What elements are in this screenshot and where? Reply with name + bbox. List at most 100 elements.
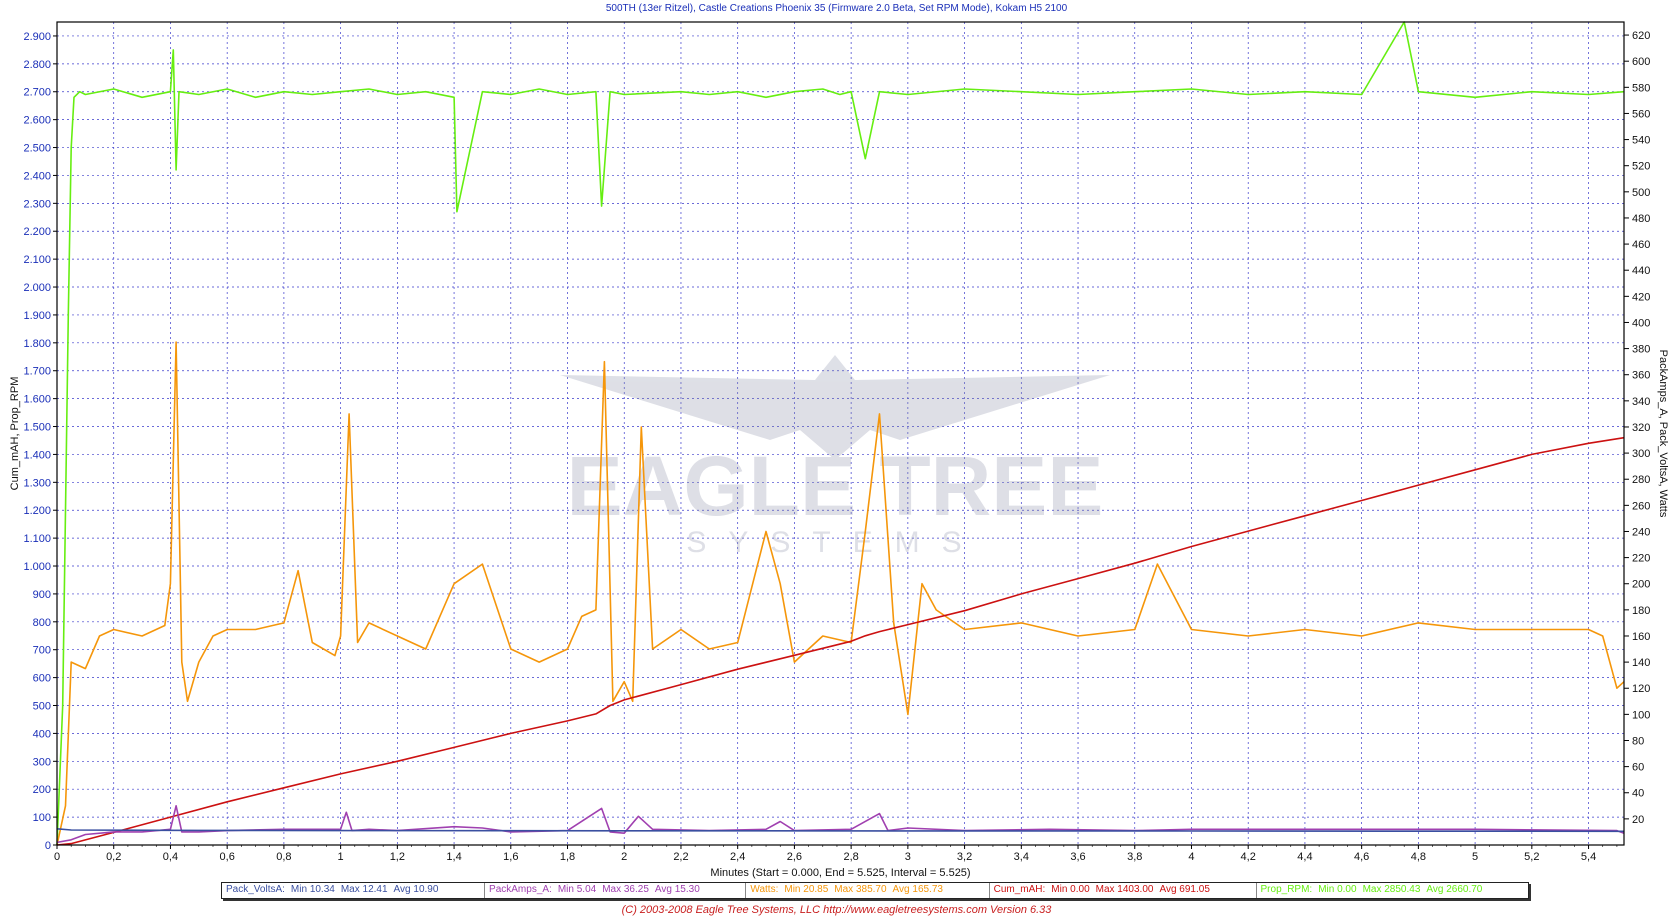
y-right-tick-label: 360 — [1632, 370, 1650, 382]
y-left-tick-label: 2.400 — [23, 170, 51, 182]
y-right-tick-label: 60 — [1632, 762, 1644, 774]
x-tick-label: 2,4 — [730, 851, 745, 863]
x-tick-label: 5 — [1472, 851, 1478, 863]
legend-avg: Avg 691.05 — [1159, 884, 1210, 895]
x-tick-label: 3,4 — [1014, 851, 1029, 863]
legend-avg: Avg 15.30 — [654, 884, 700, 895]
x-tick-label: 4 — [1188, 851, 1194, 863]
x-tick-label: 5,4 — [1581, 851, 1596, 863]
y-right-tick-label: 380 — [1632, 344, 1650, 356]
legend-item: Prop_RPM: Min 0.00 Max 2850.43 Avg 2660.70 — [1257, 883, 1528, 898]
y-left-tick-label: 1.200 — [23, 505, 51, 517]
legend-item: Watts: Min 20.85 Max 385.70 Avg 165.73 — [746, 883, 990, 898]
x-tick-label: 1,2 — [390, 851, 405, 863]
y-right-tick-label: 180 — [1632, 605, 1650, 617]
legend-avg: Avg 165.73 — [892, 884, 943, 895]
legend-avg: Avg 10.90 — [393, 884, 439, 895]
x-tick-label: 4,8 — [1411, 851, 1426, 863]
x-tick-label: 1,4 — [446, 851, 461, 863]
y-left-tick-label: 1.900 — [23, 310, 51, 322]
legend-max: Max 12.41 — [340, 884, 388, 895]
legend-name: Watts: — [750, 884, 779, 895]
x-tick-label: 0,8 — [276, 851, 291, 863]
y-right-tick-label: 480 — [1632, 213, 1650, 225]
y-left-tick-label: 1.400 — [23, 449, 51, 461]
x-tick-label: 2,8 — [843, 851, 858, 863]
y-right-tick-label: 420 — [1632, 291, 1650, 303]
x-tick-label: 3,2 — [957, 851, 972, 863]
y-left-tick-label: 2.300 — [23, 198, 51, 210]
y-left-tick-label: 1.600 — [23, 394, 51, 406]
y-right-tick-label: 580 — [1632, 82, 1650, 94]
legend-min: Min 10.34 — [290, 884, 335, 895]
y-left-tick-label: 1.500 — [23, 422, 51, 434]
y-right-tick-label: 320 — [1632, 422, 1650, 434]
y-right-tick-label: 340 — [1632, 396, 1650, 408]
x-tick-label: 0,4 — [163, 851, 178, 863]
y-left-tick-label: 1.800 — [23, 338, 51, 350]
y-right-tick-label: 560 — [1632, 108, 1650, 120]
y-right-tick-label: 20 — [1632, 814, 1644, 826]
legend-min: Min 0.00 — [1051, 884, 1090, 895]
watermark-text-sub: SYSTEMS — [686, 526, 983, 559]
legend-min: Min 5.04 — [557, 884, 597, 895]
x-tick-label: 1,6 — [503, 851, 518, 863]
legend-name: Cum_mAH: — [993, 884, 1046, 895]
legend-name: Pack_VoltsA: — [226, 884, 285, 895]
y-left-tick-label: 1.700 — [23, 366, 51, 378]
y-left-tick-label: 0 — [45, 840, 51, 852]
x-tick-label: 3 — [905, 851, 911, 863]
x-tick-label: 4,6 — [1354, 851, 1369, 863]
y-left-tick-label: 500 — [33, 701, 51, 713]
y-right-tick-label: 300 — [1632, 448, 1650, 460]
y-right-tick-label: 440 — [1632, 265, 1650, 277]
y-right-tick-label: 80 — [1632, 735, 1644, 747]
y-right-tick-label: 200 — [1632, 579, 1650, 591]
y-left-tick-label: 600 — [33, 673, 51, 685]
x-tick-label: 0,2 — [106, 851, 121, 863]
legend-max: Max 2850.43 — [1362, 884, 1421, 895]
y-left-tick-label: 1.300 — [23, 477, 51, 489]
y-right-tick-label: 120 — [1632, 683, 1650, 695]
x-tick-label: 2,6 — [787, 851, 802, 863]
legend-name: Prop_RPM: — [1260, 884, 1313, 895]
y-right-tick-label: 520 — [1632, 161, 1650, 173]
legend-min: Min 0.00 — [1318, 884, 1357, 895]
x-tick-label: 2 — [621, 851, 627, 863]
y-right-tick-label: 400 — [1632, 317, 1650, 329]
y-right-tick-label: 240 — [1632, 526, 1650, 538]
y-left-tick-label: 2.800 — [23, 59, 51, 71]
y-right-tick-label: 500 — [1632, 187, 1650, 199]
y-left-axis-title: Cum_mAH, Prop_RPM — [9, 377, 21, 491]
x-tick-label: 3,6 — [1070, 851, 1085, 863]
y-right-tick-label: 160 — [1632, 631, 1650, 643]
y-left-tick-label: 2.500 — [23, 143, 51, 155]
y-left-tick-label: 2.700 — [23, 87, 51, 99]
y-right-tick-label: 220 — [1632, 553, 1650, 565]
x-tick-label: 4,4 — [1297, 851, 1312, 863]
y-left-tick-label: 2.900 — [23, 31, 51, 43]
x-tick-label: 0,6 — [220, 851, 235, 863]
x-tick-label: 5,2 — [1524, 851, 1539, 863]
legend-item: Cum_mAH: Min 0.00 Max 1403.00 Avg 691.05 — [990, 883, 1257, 898]
y-left-tick-label: 200 — [33, 784, 51, 796]
x-axis-title: Minutes (Start = 0.000, End = 5.525, Int… — [710, 867, 970, 879]
y-right-tick-label: 260 — [1632, 500, 1650, 512]
y-right-tick-label: 140 — [1632, 657, 1650, 669]
y-left-tick-label: 1.000 — [23, 561, 51, 573]
y-right-tick-label: 280 — [1632, 474, 1650, 486]
x-tick-label: 0 — [54, 851, 60, 863]
y-left-tick-label: 800 — [33, 617, 51, 629]
y-left-tick-label: 300 — [33, 756, 51, 768]
x-tick-label: 4,2 — [1241, 851, 1256, 863]
chart-area: EAGLE TREE SYSTEMS 0 0,2 0,4 0,6 0,8 1 1,2 1,4 1… — [9, 21, 1669, 879]
x-tick-label: 2,2 — [673, 851, 688, 863]
legend-item: PackAmps_A: Min 5.04 Max 36.25 Avg 15.30 — [485, 883, 747, 898]
y-right-tick-label: 620 — [1632, 30, 1650, 42]
legend-max: Max 1403.00 — [1095, 884, 1154, 895]
y-right-tick-label: 460 — [1632, 239, 1650, 251]
y-right-tick-label: 600 — [1632, 56, 1650, 68]
y-left-tick-label: 100 — [33, 812, 51, 824]
y-right-tick-label: 540 — [1632, 135, 1650, 147]
legend: Pack_VoltsA: Min 10.34 Max 12.41 Avg 10.90 P… — [221, 882, 1529, 899]
